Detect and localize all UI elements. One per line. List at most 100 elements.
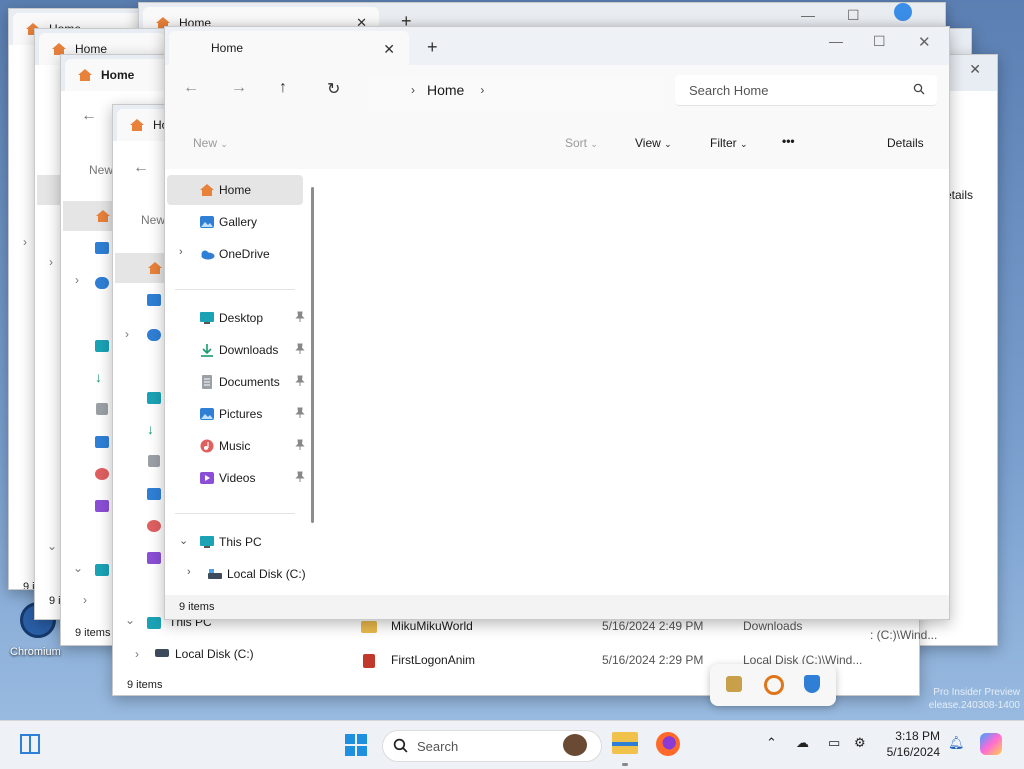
this-pc-icon: [147, 617, 161, 629]
maximize-icon[interactable]: ☐: [873, 33, 886, 50]
new-button[interactable]: New: [89, 163, 113, 177]
back-icon[interactable]: ←: [81, 107, 97, 125]
downloads-icon: [201, 344, 213, 357]
maximize-icon[interactable]: ☐: [847, 7, 860, 24]
new-tab-icon[interactable]: +: [427, 37, 438, 58]
chevron-icon: ›: [125, 327, 129, 341]
defender-warning-icon[interactable]: [804, 675, 820, 693]
sidebar-item-this-pc[interactable]: ⌄ This PC: [167, 527, 303, 557]
downloads-icon: ↓: [147, 421, 154, 437]
pin-icon[interactable]: [295, 439, 305, 451]
more-options-icon[interactable]: •••: [782, 134, 795, 148]
desktop-icon-label: Chromium: [10, 646, 61, 658]
chevron-right-icon[interactable]: ›: [187, 566, 191, 578]
sidebar-item-label: Desktop: [219, 311, 264, 325]
sidebar-item-local-disk[interactable]: Local Disk (C:): [175, 647, 254, 661]
pin-icon[interactable]: [295, 311, 305, 323]
filter-button[interactable]: Filter ⌄: [710, 136, 748, 150]
up-icon[interactable]: ↑: [279, 79, 287, 97]
tab-title: Home: [101, 68, 135, 82]
sidebar-item-downloads[interactable]: Downloads: [167, 335, 305, 365]
chevron-icon: ›: [83, 593, 87, 607]
sidebar-item-local-disk[interactable]: › Local Disk (C:): [167, 559, 313, 589]
address-bar[interactable]: › Home ›: [369, 75, 663, 105]
close-window-icon[interactable]: ✕: [918, 33, 931, 51]
sidebar-item-documents[interactable]: Documents: [167, 367, 305, 397]
display-icon[interactable]: ▭: [828, 735, 840, 751]
view-button[interactable]: View ⌄: [635, 136, 672, 150]
chevron-down-icon: ⌄: [125, 613, 136, 627]
pin-icon[interactable]: [295, 375, 305, 387]
new-button[interactable]: New ⌄: [193, 136, 228, 150]
forward-icon[interactable]: →: [231, 79, 247, 97]
firefox-icon[interactable]: [656, 732, 680, 756]
chevron-right-icon[interactable]: ›: [179, 246, 183, 258]
pin-icon[interactable]: [295, 471, 305, 483]
onedrive-icon: [147, 329, 161, 341]
browser-badge-icon: [894, 3, 912, 21]
scrollbar[interactable]: [311, 187, 314, 523]
file-date: 5/16/2024 2:49 PM: [602, 619, 704, 633]
chevron-down-icon[interactable]: ⌄: [179, 534, 188, 547]
sidebar-item-label: Pictures: [219, 407, 263, 421]
home-icon: [96, 210, 110, 222]
search-icon: [913, 83, 925, 95]
downloads-icon: ↓: [95, 369, 102, 385]
network-icon[interactable]: ⚙: [854, 735, 866, 751]
divider: [175, 513, 295, 514]
videos-icon: [200, 472, 214, 484]
taskbar: Search ⌃ ☁ ▭ ⚙ 3:18 PM 5/16/2024 🔔︎: [0, 720, 1024, 769]
details-button[interactable]: Details: [887, 136, 924, 150]
chevron-down-icon: ⌄: [590, 139, 598, 149]
onedrive-offline-icon[interactable]: ☁: [796, 735, 809, 751]
sidebar-item-videos[interactable]: Videos: [167, 463, 305, 493]
watermark: Pro Insider Preview elease.240308-1400: [929, 686, 1020, 712]
pictures-icon: [200, 408, 214, 420]
notification-bell-icon[interactable]: 🔔︎: [948, 735, 965, 751]
start-icon[interactable]: [344, 733, 368, 757]
close-icon[interactable]: ✕: [969, 61, 981, 78]
music-icon: [147, 520, 161, 532]
sidebar-item-home[interactable]: Home: [167, 175, 303, 205]
music-icon: [200, 439, 214, 453]
chevron-up-icon[interactable]: ⌃: [766, 735, 777, 751]
pin-icon[interactable]: [295, 343, 305, 355]
back-icon[interactable]: ←: [133, 159, 149, 177]
magnifier-app-icon[interactable]: [764, 675, 784, 695]
sidebar-item-gallery[interactable]: Gallery: [167, 207, 303, 237]
minimize-icon[interactable]: —: [801, 7, 815, 23]
chevron-right-icon[interactable]: ›: [480, 83, 484, 97]
refresh-icon[interactable]: ↻: [327, 79, 340, 99]
sidebar-item-pictures[interactable]: Pictures: [167, 399, 305, 429]
sort-button[interactable]: Sort ⌄: [565, 136, 598, 150]
widgets-icon[interactable]: [20, 734, 40, 754]
tab-home[interactable]: Home ✕: [169, 31, 409, 65]
minimize-icon[interactable]: —: [829, 33, 843, 49]
new-button[interactable]: New: [141, 213, 165, 227]
back-icon[interactable]: ←: [183, 79, 199, 97]
file-explorer-taskbar-icon[interactable]: [612, 732, 638, 754]
sidebar-item-onedrive[interactable]: › OneDrive: [167, 239, 303, 269]
pin-icon[interactable]: [295, 407, 305, 419]
divider: [175, 289, 295, 290]
breadcrumb-home[interactable]: Home: [427, 82, 464, 98]
clock[interactable]: 3:18 PM 5/16/2024: [887, 728, 940, 760]
sidebar-item-desktop[interactable]: Desktop: [167, 303, 305, 333]
key-app-icon[interactable]: [726, 676, 742, 692]
this-pc-icon: [200, 536, 214, 548]
tab-close-icon[interactable]: ✕: [383, 41, 395, 58]
sidebar-item-music[interactable]: Music: [167, 431, 305, 461]
clock-time: 3:18 PM: [895, 729, 940, 743]
drive-icon: [208, 569, 222, 579]
search-highlight-icon: [563, 734, 587, 756]
explorer-window-main[interactable]: Home ✕ + — ☐ ✕ ← → ↑ ↻ › Home › Search H…: [164, 26, 950, 620]
search-icon: [393, 738, 408, 753]
documents-icon: [202, 375, 212, 389]
copilot-icon[interactable]: [980, 733, 1002, 755]
search-input[interactable]: Search Home: [675, 75, 937, 106]
taskbar-search[interactable]: Search: [382, 730, 602, 762]
gallery-icon: [200, 216, 214, 228]
running-indicator: [622, 763, 628, 766]
drive-icon: [155, 649, 169, 657]
tray-overflow-popup: [710, 664, 836, 706]
